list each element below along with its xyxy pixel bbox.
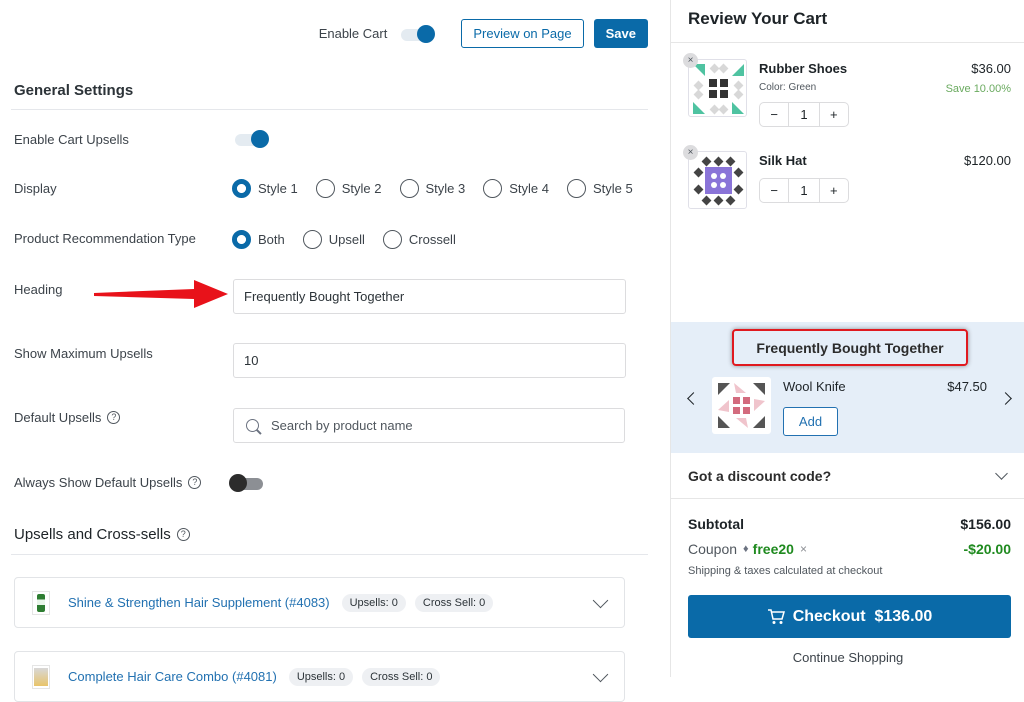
subtotal-row: Subtotal $156.00	[688, 516, 1011, 532]
coupon-discount-value: -$20.00	[963, 541, 1011, 557]
max-upsells-input[interactable]: 10	[233, 343, 626, 378]
item-name: Rubber Shoes	[759, 61, 848, 76]
rec-type-upsell-radio[interactable]: Upsell	[302, 230, 365, 249]
divider	[11, 554, 648, 555]
decrease-qty-button[interactable]: −	[760, 179, 788, 202]
item-name: Silk Hat	[759, 153, 807, 168]
help-icon[interactable]: ?	[107, 411, 121, 424]
display-label: Display	[14, 181, 57, 196]
settings-panel: Enable Cart Preview on Page Save General…	[0, 0, 670, 702]
default-upsells-search[interactable]: Search by product name	[233, 408, 625, 443]
heading-input[interactable]: Frequently Bought Together	[233, 279, 626, 314]
decrease-qty-button[interactable]: −	[760, 103, 788, 126]
quantity-value[interactable]: 1	[788, 103, 820, 126]
remove-item-icon[interactable]: ×	[683, 53, 698, 68]
general-settings-title: General Settings	[14, 82, 134, 99]
fbt-product-price: $47.50	[947, 379, 987, 394]
divider	[11, 109, 648, 110]
preview-on-page-button[interactable]: Preview on Page	[461, 19, 584, 48]
display-radio-group: Style 1 Style 2 Style 3 Style 4 Style 5	[232, 179, 651, 198]
checkout-button[interactable]: Checkout $136.00	[688, 595, 1011, 638]
display-style-2-radio[interactable]: Style 2	[315, 179, 382, 198]
cart-icon	[767, 608, 785, 624]
heading-label: Heading	[14, 282, 63, 297]
display-style-4-radio[interactable]: Style 4	[483, 179, 549, 198]
product-image	[688, 59, 747, 117]
cart-title: Review Your Cart	[688, 9, 828, 28]
cart-item: × Rubber Shoes Color: Green $36.00 Save …	[683, 53, 1011, 129]
increase-qty-button[interactable]: +	[820, 179, 848, 202]
enable-upsells-toggle[interactable]	[233, 130, 269, 148]
item-price: $120.00	[964, 153, 1011, 168]
continue-shopping-link[interactable]: Continue Shopping	[671, 650, 1024, 665]
add-to-cart-button[interactable]: Add	[783, 407, 838, 436]
cross-sell-count-badge: Cross Sell: 0	[414, 593, 494, 612]
shipping-note: Shipping & taxes calculated at checkout	[688, 565, 883, 577]
rec-type-radio-group: Both Upsell Crossell	[232, 230, 474, 249]
help-icon[interactable]: ?	[176, 528, 190, 541]
upsells-section-title: Upsells and Cross-sells ?	[14, 526, 190, 543]
rec-type-crossell-radio[interactable]: Crossell	[382, 230, 456, 249]
quantity-stepper: − 1 +	[759, 102, 849, 127]
enable-cart-label: Enable Cart	[318, 26, 388, 41]
product-image	[688, 151, 747, 209]
enable-upsells-label: Enable Cart Upsells	[14, 132, 129, 147]
quantity-value[interactable]: 1	[788, 179, 820, 202]
cart-item: × Silk Hat $120.00 − 1 +	[683, 145, 1011, 211]
display-style-1-radio[interactable]: Style 1	[232, 179, 298, 198]
enable-cart-toggle[interactable]	[399, 24, 436, 43]
help-icon[interactable]: ?	[188, 476, 202, 489]
chevron-down-icon[interactable]	[995, 467, 1008, 480]
rec-type-both-radio[interactable]: Both	[232, 230, 285, 249]
always-show-label: Always Show Default Upsells ?	[14, 475, 202, 490]
chevron-down-icon[interactable]	[592, 592, 609, 609]
fbt-product-name: Wool Knife	[783, 379, 846, 394]
chevron-left-icon[interactable]	[687, 392, 700, 405]
product-row[interactable]: Shine & Strengthen Hair Supplement (#408…	[14, 577, 625, 628]
chevron-right-icon[interactable]	[999, 392, 1012, 405]
coupon-row: Coupon ♦ free20 × -$20.00	[688, 541, 1011, 557]
frequently-bought-together-section: Frequently Bought Together Wool Knife $4…	[671, 322, 1024, 453]
remove-coupon-icon[interactable]: ×	[800, 542, 807, 556]
search-icon	[246, 419, 259, 432]
display-style-3-radio[interactable]: Style 3	[399, 179, 465, 198]
upsells-count-badge: Upsells: 0	[341, 593, 406, 612]
always-show-toggle[interactable]	[229, 474, 265, 492]
red-arrow-annotation	[94, 280, 228, 308]
rec-type-label: Product Recommendation Type	[14, 231, 196, 246]
tag-icon: ♦	[743, 543, 749, 555]
max-upsells-label: Show Maximum Upsells	[14, 346, 153, 361]
product-name-link[interactable]: Shine & Strengthen Hair Supplement (#408…	[68, 595, 330, 610]
fbt-heading: Frequently Bought Together	[732, 329, 968, 366]
coupon-code: free20	[752, 541, 794, 557]
remove-item-icon[interactable]: ×	[683, 145, 698, 160]
item-variant: Color: Green	[759, 82, 817, 93]
subtotal-value: $156.00	[960, 516, 1011, 532]
quantity-stepper: − 1 +	[759, 178, 849, 203]
discount-code-accordion[interactable]: Got a discount code?	[671, 453, 1024, 499]
display-style-5-radio[interactable]: Style 5	[567, 179, 633, 198]
chevron-down-icon[interactable]	[592, 666, 609, 683]
product-thumbnail	[32, 590, 50, 615]
discount-code-label: Got a discount code?	[688, 468, 832, 484]
top-toolbar: Enable Cart Preview on Page Save	[319, 19, 648, 48]
save-button[interactable]: Save	[593, 19, 648, 48]
cart-preview-panel: Review Your Cart × Rubber Shoes Color: G…	[670, 0, 1024, 677]
increase-qty-button[interactable]: +	[820, 103, 848, 126]
product-image	[712, 377, 771, 434]
divider	[671, 42, 1024, 43]
default-upsells-label: Default Upsells ?	[14, 410, 121, 425]
item-price: $36.00	[971, 61, 1011, 76]
item-savings: Save 10.00%	[945, 83, 1011, 95]
